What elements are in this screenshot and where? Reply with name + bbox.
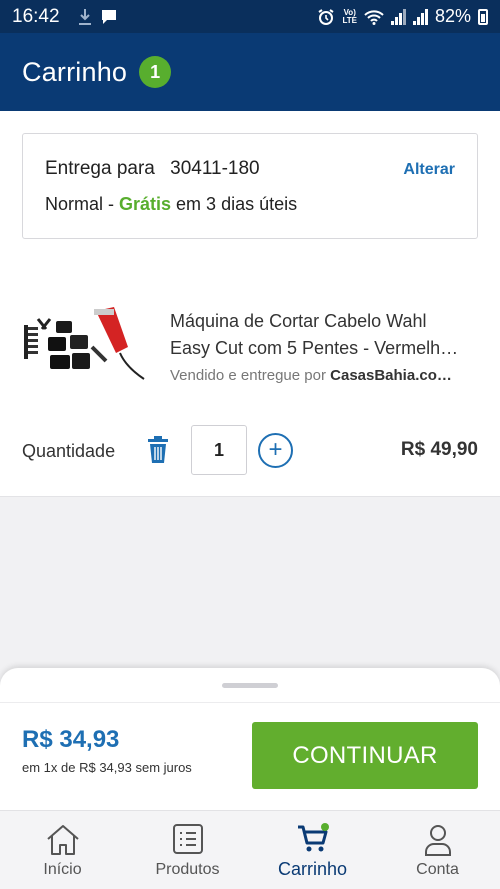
product-name-line2: Easy Cut com 5 Pentes - Vermelh… <box>170 338 459 358</box>
signal-icon <box>390 8 406 25</box>
battery-percent: 82% <box>434 6 471 26</box>
tab-inicio[interactable]: Início <box>0 811 125 889</box>
status-time: 16:42 <box>12 5 60 27</box>
change-cep-link[interactable]: Alterar <box>403 161 455 179</box>
delivery-cep: 30411-180 <box>170 158 260 179</box>
delivery-method: Normal - Grátis em 3 dias úteis <box>45 194 297 215</box>
status-bar: 16:42 Vo) LTE 82% <box>0 0 500 33</box>
cart-item: Máquina de Cortar Cabelo Wahl Easy Cut c… <box>0 261 500 497</box>
tab-label: Conta <box>416 861 459 878</box>
item-price: R$ 49,90 <box>400 439 478 460</box>
quantity-label: Quantidade <box>22 441 116 461</box>
message-icon <box>101 9 116 24</box>
delivery-section: Entrega para 30411-180 Alterar Normal - … <box>0 111 500 261</box>
seller-name: CasasBahia.co… <box>330 367 452 384</box>
page-title: Carrinho <box>22 56 128 87</box>
battery-icon <box>478 8 488 25</box>
sheet-drag-handle[interactable] <box>222 683 278 688</box>
product-image <box>24 307 145 380</box>
divider <box>0 702 500 703</box>
delivery-card: Entrega para 30411-180 Alterar Normal - … <box>22 133 478 239</box>
seller-info: Vendido e entregue por CasasBahia.co… <box>170 367 480 384</box>
delivery-separator: - <box>103 194 120 214</box>
product-name[interactable]: Máquina de Cortar Cabelo Wahl Easy Cut c… <box>170 308 480 362</box>
total-price: R$ 34,93 <box>22 726 120 753</box>
product-name-line1: Máquina de Cortar Cabelo Wahl <box>170 311 427 331</box>
delivery-label: Entrega para <box>45 158 155 179</box>
installments-info: em 1x de R$ 34,93 sem juros <box>22 760 192 775</box>
signal-icon-2 <box>412 8 428 25</box>
tab-label: Produtos <box>155 861 220 878</box>
continue-button[interactable]: CONTINUAR <box>252 722 478 789</box>
delivery-method-name: Normal <box>45 194 104 214</box>
wifi-icon <box>364 9 384 25</box>
app-header: Carrinho 1 <box>0 33 500 111</box>
cart-count-badge: 1 <box>139 56 172 88</box>
delivery-eta: em 3 dias úteis <box>171 194 298 214</box>
user-icon <box>424 825 451 856</box>
free-shipping-label: Grátis <box>119 194 172 214</box>
trash-icon[interactable] <box>146 436 170 464</box>
increase-quantity-button[interactable]: + <box>258 433 293 468</box>
tab-label: Início <box>43 861 82 878</box>
home-icon <box>46 825 79 855</box>
bottom-navigation: Início Produtos Carrinho Conta <box>0 810 500 889</box>
delivery-destination: Entrega para 30411-180 <box>45 158 260 180</box>
tab-carrinho[interactable]: Carrinho <box>250 811 375 889</box>
quantity-input[interactable]: 1 <box>191 425 247 475</box>
volte-indicator: Vo) LTE <box>342 7 357 25</box>
alarm-icon <box>318 8 335 25</box>
cart-icon <box>297 823 329 852</box>
tab-label: Carrinho <box>277 859 348 879</box>
checkout-summary-sheet: R$ 34,93 em 1x de R$ 34,93 sem juros CON… <box>0 668 500 810</box>
seller-prefix: Vendido e entregue por <box>170 367 331 384</box>
download-icon <box>78 8 91 25</box>
tab-produtos[interactable]: Produtos <box>125 811 250 889</box>
tab-conta[interactable]: Conta <box>375 811 500 889</box>
list-icon <box>172 824 203 854</box>
